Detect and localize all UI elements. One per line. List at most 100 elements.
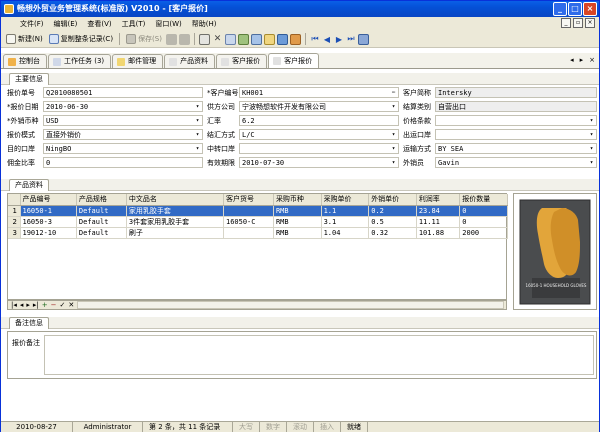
column-header[interactable]: 利润率	[416, 194, 461, 206]
dest-port-field[interactable]: NingBO ▾	[43, 143, 203, 154]
table-row[interactable]: 1 16050-1 Default 家用乳胶手套 RMB 1.1 0.2 23.…	[8, 205, 508, 217]
chevron-down-icon[interactable]: ▾	[193, 130, 202, 139]
print-icon[interactable]	[198, 33, 210, 45]
cell-quantity[interactable]: 0	[459, 216, 508, 228]
quote-mode-field[interactable]: 直接外销价 ▾	[43, 129, 203, 140]
rate-field[interactable]: 6.2	[239, 115, 399, 126]
menu-view[interactable]: 查看(V)	[82, 19, 116, 29]
report-icon[interactable]	[263, 33, 275, 45]
next-record-icon[interactable]: ▶	[334, 35, 344, 44]
cell-cn-name[interactable]: 3件套家用乳胶手套	[126, 216, 224, 228]
undo-icon[interactable]	[178, 33, 190, 45]
cell-quantity[interactable]: 2000	[459, 227, 508, 239]
chevron-down-icon[interactable]: ▾	[389, 130, 398, 139]
save-button[interactable]: 保存(S)	[124, 32, 164, 46]
cell-purchase-price[interactable]: 3.1	[321, 216, 370, 228]
tab-customer-quote[interactable]: 客户报价	[216, 54, 268, 68]
supplier-field[interactable]: 宁波畅想软件开发有限公司 ▾	[239, 101, 399, 112]
column-header[interactable]: 产品规格	[76, 194, 127, 206]
tab-scroll-right-icon[interactable]: ▸	[580, 56, 584, 64]
previous-row-icon[interactable]: ◂	[20, 301, 24, 309]
column-header[interactable]: 产品编号	[20, 194, 77, 206]
table-row[interactable]: 3 19012-10 Default 刷子 RMB 1.04 0.32 101.…	[8, 227, 508, 239]
tab-close-icon[interactable]: ×	[589, 56, 595, 64]
maximize-button[interactable]: □	[568, 2, 582, 16]
new-button[interactable]: 新建(N)	[4, 32, 45, 46]
last-row-icon[interactable]: ▸|	[33, 301, 39, 309]
cell-spec[interactable]: Default	[76, 205, 127, 217]
export-port-field[interactable]: ▾	[435, 129, 597, 140]
cell-spec[interactable]: Default	[76, 227, 127, 239]
menu-help[interactable]: 帮助(H)	[187, 19, 222, 29]
customer-code-field[interactable]: KH001 ⋯	[239, 87, 399, 98]
quote-date-field[interactable]: 2010-06-30 ▾	[43, 101, 203, 112]
tab-tasks[interactable]: 工作任务 (3)	[48, 54, 112, 68]
cell-purchase-currency[interactable]: RMB	[273, 216, 322, 228]
column-header[interactable]: 采购单价	[321, 194, 370, 206]
cell-customer-sku[interactable]	[223, 205, 274, 217]
cell-export-price[interactable]: 0.5	[368, 216, 417, 228]
cell-purchase-currency[interactable]: RMB	[273, 205, 322, 217]
commission-field[interactable]: 0	[43, 157, 203, 168]
first-record-icon[interactable]: ⏮	[310, 34, 320, 44]
cell-cn-name[interactable]: 家用乳胶手套	[126, 205, 224, 217]
last-record-icon[interactable]: ⏭	[346, 34, 356, 44]
sales-rep-field[interactable]: Gavin ▾	[435, 157, 597, 168]
cell-margin[interactable]: 101.88	[416, 227, 461, 239]
email-icon[interactable]	[276, 33, 288, 45]
product-info-title[interactable]: 产品资料	[9, 179, 49, 191]
cell-cn-name[interactable]: 刷子	[126, 227, 224, 239]
customer-short-field[interactable]: Intersky	[435, 87, 597, 98]
horizontal-scrollbar[interactable]	[77, 301, 504, 309]
column-header[interactable]: 报价数量	[459, 194, 508, 206]
cell-product-no[interactable]: 19012-10	[20, 227, 77, 239]
tab-customer-quote-active[interactable]: 客户报价	[268, 53, 320, 68]
column-header[interactable]: 中文品名	[126, 194, 224, 206]
tools-icon[interactable]	[289, 33, 301, 45]
cancel-icon[interactable]	[165, 33, 177, 45]
cell-customer-sku[interactable]: 16050-C	[223, 216, 274, 228]
cell-spec[interactable]: Default	[76, 216, 127, 228]
transit-port-field[interactable]: ▾	[239, 143, 399, 154]
child-minimize-button[interactable]: _	[561, 18, 571, 28]
chevron-down-icon[interactable]: ▾	[587, 130, 596, 139]
cell-margin[interactable]: 11.11	[416, 216, 461, 228]
tab-console[interactable]: 控制台	[3, 54, 47, 68]
cell-margin[interactable]: 23.84	[416, 205, 461, 217]
exit-icon[interactable]	[357, 33, 369, 45]
ellipsis-icon[interactable]: ⋯	[389, 88, 398, 97]
attachment-icon[interactable]	[237, 33, 249, 45]
valid-until-field[interactable]: 2010-07-30 ▾	[239, 157, 399, 168]
cell-product-no[interactable]: 16050-1	[20, 205, 77, 217]
child-close-button[interactable]: ×	[585, 18, 595, 28]
delete-icon[interactable]: ✕	[212, 34, 223, 45]
remove-row-icon[interactable]: −	[51, 301, 57, 309]
table-row[interactable]: 2 16050-3 Default 3件套家用乳胶手套 16050-C RMB …	[8, 216, 508, 228]
column-header[interactable]: 采购币种	[273, 194, 322, 206]
cell-purchase-price[interactable]: 1.04	[321, 227, 370, 239]
menu-window[interactable]: 窗口(W)	[150, 19, 186, 29]
next-row-icon[interactable]: ▸	[26, 301, 30, 309]
tab-scroll-left-icon[interactable]: ◂	[570, 56, 574, 64]
minimize-button[interactable]: _	[553, 2, 567, 16]
column-header[interactable]: 客户货号	[223, 194, 274, 206]
quote-no-field[interactable]: Q2010080501	[43, 87, 203, 98]
column-header[interactable]: 外销单价	[368, 194, 417, 206]
add-row-icon[interactable]: +	[42, 301, 48, 309]
copy-record-button[interactable]: 复制整条记录(C)	[47, 32, 115, 46]
main-info-title[interactable]: 主要信息	[9, 73, 49, 85]
cell-quantity[interactable]: 0	[459, 205, 508, 217]
chevron-down-icon[interactable]: ▾	[587, 116, 596, 125]
chevron-down-icon[interactable]: ▾	[587, 144, 596, 153]
menu-file[interactable]: 文件(F)	[15, 19, 49, 29]
chevron-down-icon[interactable]: ▾	[193, 116, 202, 125]
menu-tools[interactable]: 工具(T)	[117, 19, 151, 29]
chevron-down-icon[interactable]: ▾	[193, 102, 202, 111]
cancel-row-icon[interactable]: ✕	[68, 301, 74, 309]
cell-purchase-price[interactable]: 1.1	[321, 205, 370, 217]
settle-type-field[interactable]: 自营出口	[435, 101, 597, 112]
link-icon[interactable]	[250, 33, 262, 45]
previous-record-icon[interactable]: ◀	[322, 35, 332, 44]
tab-products[interactable]: 产品资料	[164, 54, 216, 68]
cell-purchase-currency[interactable]: RMB	[273, 227, 322, 239]
